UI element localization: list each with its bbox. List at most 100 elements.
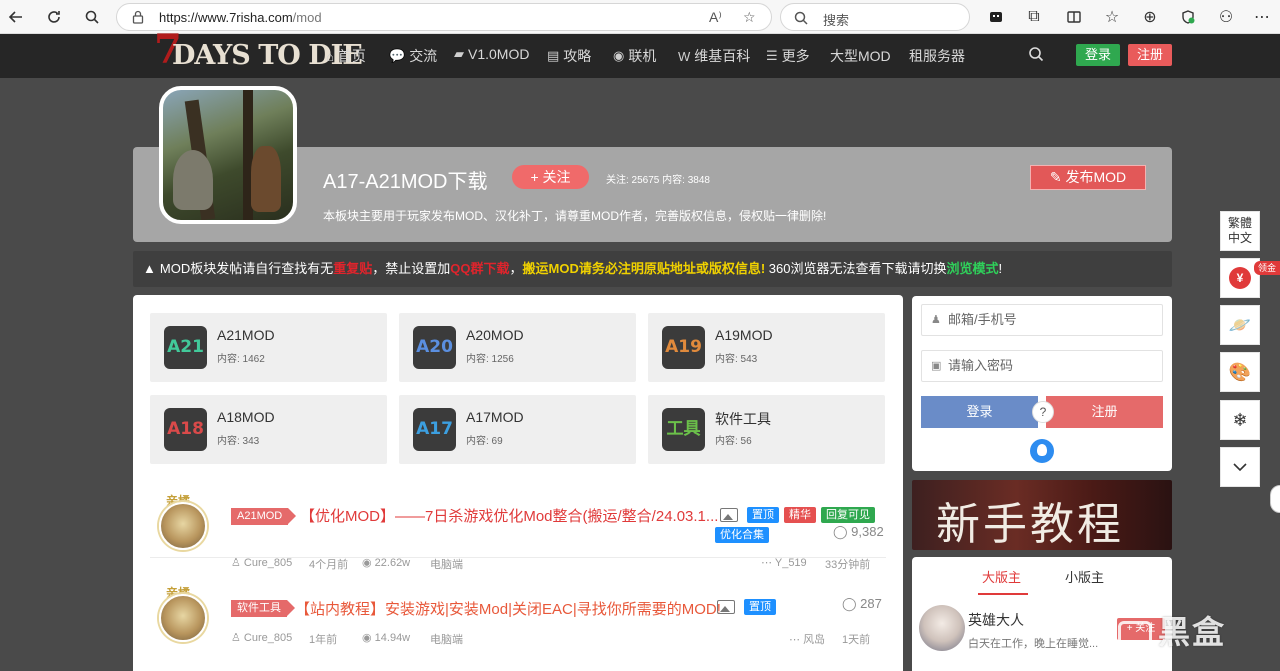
watermark-text: 黑盒 — [1158, 614, 1227, 650]
tutorial-banner[interactable]: 新手教程 — [912, 480, 1172, 550]
eye-icon: ◉ — [362, 557, 375, 569]
board-card[interactable]: A19 A19MOD 内容: 543 — [648, 313, 885, 382]
back-arrow-icon[interactable] — [4, 5, 28, 29]
post-title[interactable]: 【站内教程】安装游戏|安装Mod|关闭EAC|寻找你所需要的MOD! — [295, 598, 721, 619]
post-author[interactable]: ♙ Cure_805 — [231, 556, 292, 569]
board-icon: A21 — [164, 326, 207, 369]
board-tag[interactable]: 软件工具 — [231, 600, 295, 617]
tab-main-moderator[interactable]: 大版主 — [982, 567, 1021, 586]
nav-home[interactable]: ⌂ 首页 — [326, 46, 366, 66]
reader-mode-icon[interactable]: A⁾ — [709, 9, 722, 26]
more-menu-icon[interactable]: ⋯ — [1250, 5, 1274, 29]
password-field[interactable]: ▣ 请输入密码 — [921, 350, 1163, 382]
planet-icon[interactable]: 🪐 — [1220, 305, 1260, 345]
notice-text: ，禁止设置加 — [372, 261, 451, 276]
favorite-star-icon[interactable]: ☆ — [743, 9, 756, 26]
nav-big-mod[interactable]: 大型MOD — [830, 46, 891, 66]
nav-label: 交流 — [409, 48, 438, 64]
last-reply-user[interactable]: ⋯ 风岛 — [789, 631, 825, 647]
nav-guides[interactable]: ▤ 攻略 — [547, 46, 591, 66]
board-icon: A17 — [413, 408, 456, 451]
folder-icon: ▰ — [454, 46, 464, 61]
post-row[interactable]: 亲橘 A21MOD 【优化MOD】——7日杀游戏优化Mod整合(搬运/整合/24… — [150, 482, 886, 571]
board-name[interactable]: A18MOD — [217, 409, 275, 425]
email-field[interactable]: ♟ 邮箱/手机号 — [921, 304, 1163, 336]
browser-essentials-icon[interactable] — [1176, 5, 1200, 29]
yuan-icon: ¥ — [1229, 267, 1251, 289]
browser-search-input[interactable]: 搜索 — [780, 3, 970, 31]
nav-wiki[interactable]: W 维基百科 — [678, 46, 750, 66]
extension-icon[interactable] — [984, 5, 1008, 29]
book-icon: ▤ — [547, 48, 560, 63]
last-reply-user[interactable]: ⋯ Y_519 — [761, 556, 807, 569]
reload-icon[interactable] — [42, 5, 66, 29]
register-button[interactable]: 注册 — [1128, 44, 1172, 66]
post-row[interactable]: 亲橘 软件工具 【站内教程】安装游戏|安装Mod|关闭EAC|寻找你所需要的MO… — [150, 582, 886, 658]
last-reply-time: 1天前 — [842, 634, 871, 646]
split-screen-icon[interactable] — [1062, 5, 1086, 29]
traditional-chinese-button[interactable]: 繁體 中文 — [1220, 211, 1260, 251]
moderator-name[interactable]: 英雄大人 — [968, 610, 1024, 630]
lock-icon: ▣ — [931, 360, 942, 372]
board-name[interactable]: A20MOD — [466, 327, 524, 343]
panel-login-button[interactable]: 登录 — [921, 396, 1038, 428]
favorites-icon[interactable]: ☆ — [1100, 5, 1124, 29]
address-bar[interactable]: https://www.7risha.com/mod A⁾ ☆ — [116, 3, 772, 31]
author-avatar[interactable] — [159, 594, 207, 642]
post-device: 电脑端 — [430, 634, 463, 646]
board-card[interactable]: A20 A20MOD 内容: 1256 — [399, 313, 636, 382]
board-name[interactable]: A17MOD — [466, 409, 524, 425]
tab-sub-moderator[interactable]: 小版主 — [1065, 567, 1104, 586]
board-icon: A20 — [413, 326, 456, 369]
moderator-signature: 白天在工作，晚上在睡觉... — [968, 638, 1099, 650]
comment-dots-icon: ⋯ — [789, 634, 804, 646]
side-panel-handle[interactable] — [1270, 485, 1280, 513]
nav-label: 大型MOD — [830, 48, 891, 64]
board-count: 内容: 1462 — [217, 354, 265, 365]
search-icon[interactable] — [80, 5, 104, 29]
user-icon: ♙ — [231, 557, 244, 569]
user-icon: ♙ — [231, 632, 244, 644]
post-mod-button[interactable]: ✎ 发布MOD — [1030, 165, 1146, 190]
board-card[interactable]: A18 A18MOD 内容: 343 — [150, 395, 387, 464]
home-icon: ⌂ — [326, 48, 334, 64]
coupon-tag[interactable]: 领金 — [1254, 261, 1280, 275]
panel-register-button[interactable]: 注册 — [1046, 396, 1163, 428]
board-name[interactable]: A21MOD — [217, 327, 275, 343]
forum-stats: 关注: 25675 内容: 3848 — [606, 175, 710, 186]
puzzle-extension-icon[interactable]: ⧉ — [1022, 5, 1046, 29]
post-title[interactable]: 【优化MOD】——7日杀游戏优化Mod整合(搬运/整合/24.03.1... — [300, 505, 718, 526]
badge-reply-visible: 回复可见 — [821, 507, 875, 523]
snowflake-icon[interactable]: ❄ — [1220, 400, 1260, 440]
board-card[interactable]: A21 A21MOD 内容: 1462 — [150, 313, 387, 382]
nav-multiplayer[interactable]: ◉ 联机 — [613, 46, 656, 66]
edit-icon: ✎ — [1049, 169, 1066, 185]
board-name[interactable]: A19MOD — [715, 327, 773, 343]
notice-highlight: 重复贴 — [333, 261, 373, 276]
follow-forum-button[interactable]: + 关注 — [512, 165, 589, 189]
post-device: 电脑端 — [430, 559, 463, 571]
chevron-down-icon[interactable] — [1220, 447, 1260, 487]
board-card[interactable]: A17 A17MOD 内容: 69 — [399, 395, 636, 464]
board-tag[interactable]: A21MOD — [231, 508, 297, 525]
nav-rent-server[interactable]: 租服务器 — [909, 46, 965, 66]
author-avatar[interactable] — [159, 502, 207, 550]
notice-highlight: 浏览模式 — [946, 261, 999, 276]
login-button[interactable]: 登录 — [1076, 44, 1120, 66]
collections-icon[interactable]: ⊕ — [1138, 5, 1162, 29]
nav-more[interactable]: ☰ 更多 — [766, 46, 810, 66]
copilot-icon[interactable]: ⚇ — [1214, 5, 1238, 29]
nav-v1-mod[interactable]: ▰ V1.0MOD — [454, 46, 529, 62]
board-card[interactable]: 工具 软件工具 内容: 56 — [648, 395, 885, 464]
help-icon[interactable]: ? — [1032, 401, 1054, 423]
badge-pinned: 置顶 — [744, 599, 776, 615]
site-search-icon[interactable] — [1028, 46, 1044, 67]
board-name[interactable]: 软件工具 — [715, 409, 771, 429]
qq-login-icon[interactable] — [1030, 439, 1054, 463]
nav-chat[interactable]: 💬 交流 — [389, 46, 437, 66]
board-count: 内容: 343 — [217, 436, 260, 447]
notice-text: MOD板块发帖请自行查找有无 — [159, 261, 334, 276]
palette-icon[interactable]: 🎨 — [1220, 352, 1260, 392]
moderator-avatar[interactable] — [919, 605, 965, 651]
post-author[interactable]: ♙ Cure_805 — [231, 631, 292, 644]
